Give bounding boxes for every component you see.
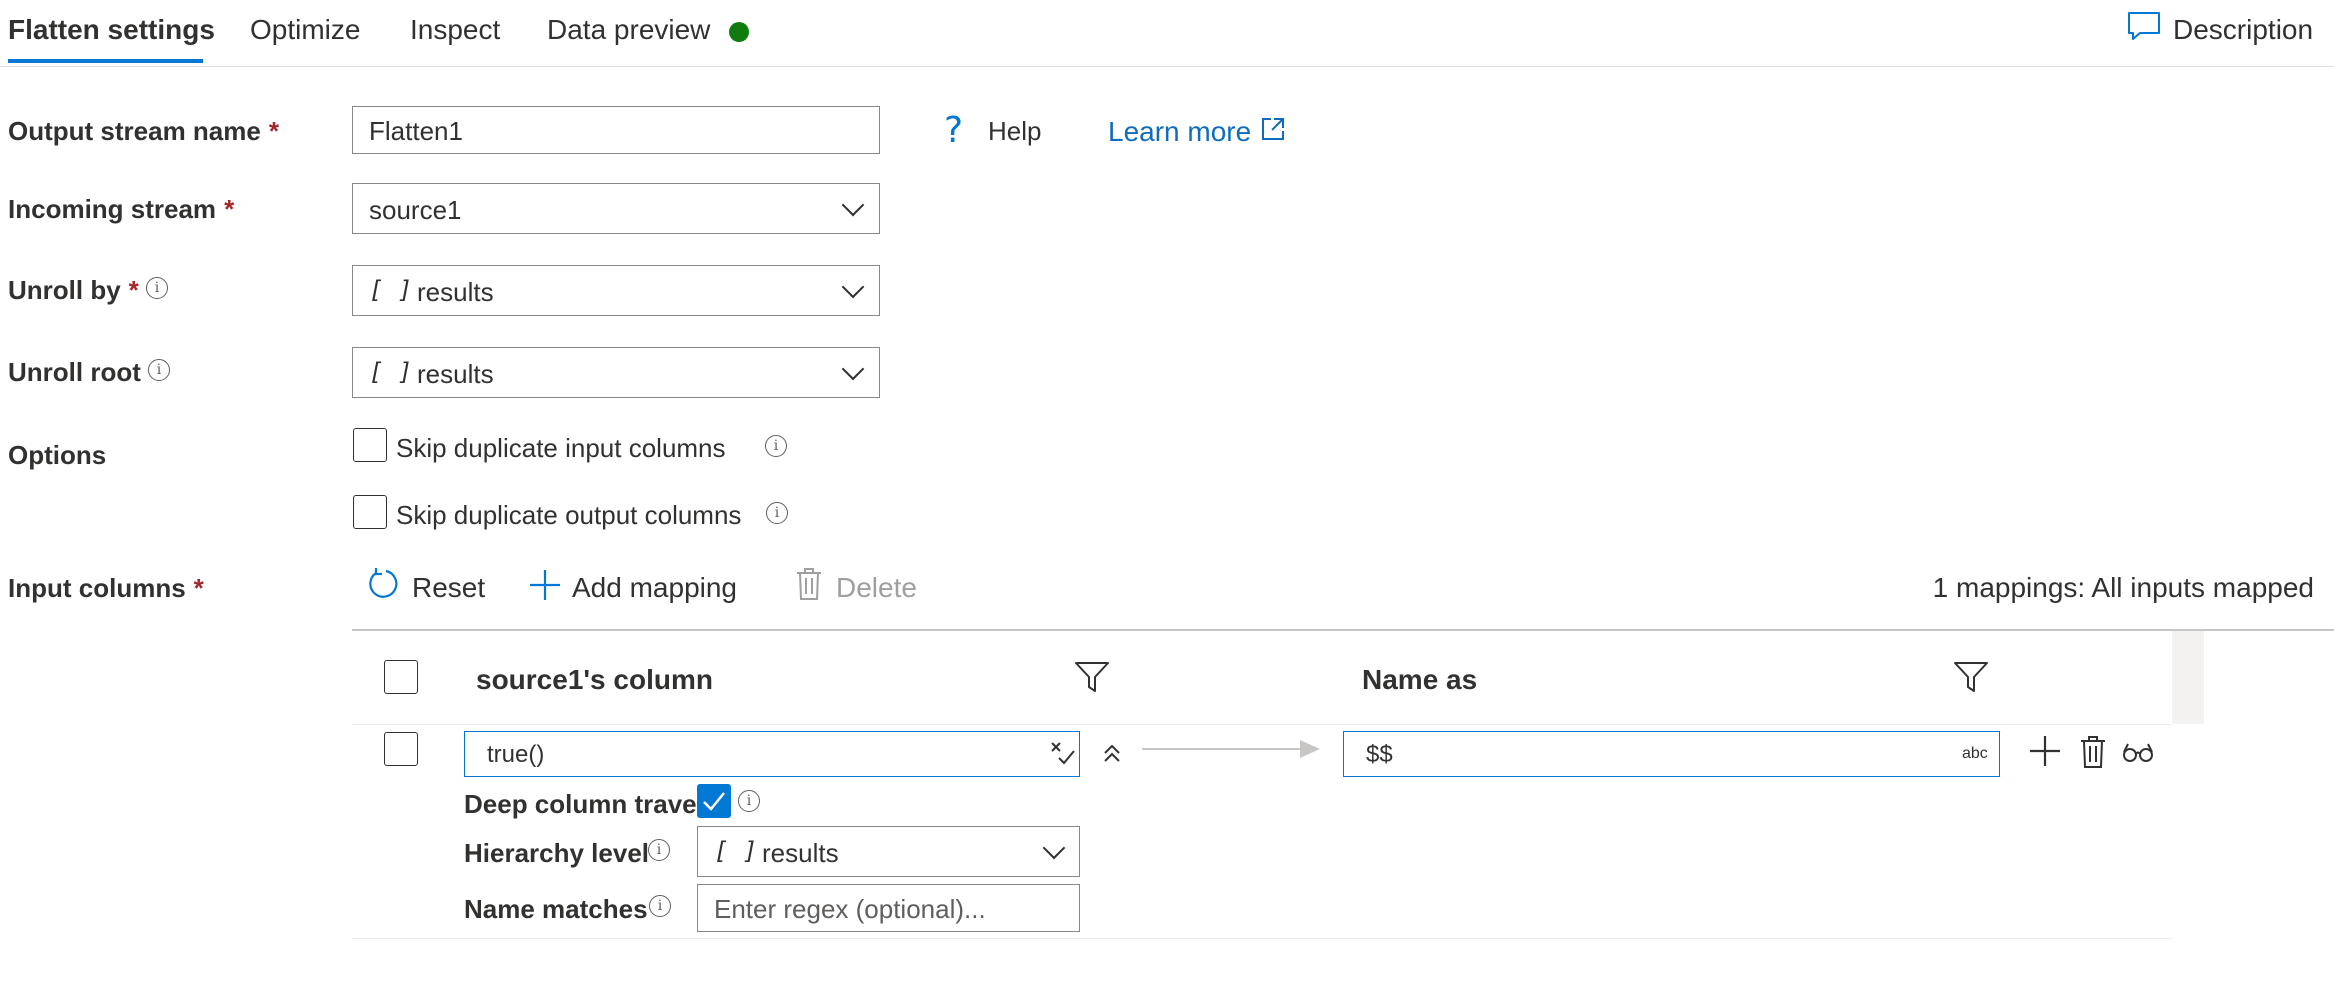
comment-icon — [2128, 12, 2160, 40]
row-divider — [352, 938, 2172, 939]
tab-optimize[interactable]: Optimize — [250, 14, 360, 46]
chevron-down-icon — [841, 357, 865, 381]
skip-duplicate-input-info-icon[interactable]: i — [765, 435, 787, 457]
source-expression-input[interactable]: true() — [464, 731, 1080, 777]
output-stream-name-input[interactable]: Flatten1 — [352, 106, 880, 154]
reset-icon[interactable] — [366, 566, 402, 602]
help-link[interactable]: Help — [988, 116, 1041, 147]
delete-row-icon[interactable] — [2078, 734, 2108, 770]
skip-duplicate-output-info-icon[interactable]: i — [766, 502, 788, 524]
checkmark-icon — [703, 792, 725, 811]
deep-column-traversal-checkbox[interactable] — [697, 784, 731, 818]
table-scrollbar-track — [2172, 631, 2204, 724]
hierarchy-level-label: Hierarchy level — [464, 838, 650, 868]
hierarchy-level-info-icon[interactable]: i — [648, 839, 670, 861]
external-link-icon[interactable] — [1260, 116, 1286, 142]
name-as-input[interactable]: $$ abc — [1343, 731, 2000, 777]
name-matches-info-icon[interactable]: i — [649, 895, 671, 917]
add-mapping-button[interactable]: Add mapping — [572, 572, 737, 604]
mapping-arrow-icon — [1142, 737, 1322, 761]
description-button[interactable] — [2126, 10, 2166, 46]
skip-duplicate-input-label: Skip duplicate input columns — [396, 433, 726, 463]
add-icon[interactable] — [528, 568, 562, 602]
learn-more-link[interactable]: Learn more — [1108, 116, 1251, 148]
source-column-header: source1's column — [476, 664, 713, 695]
delete-button: Delete — [836, 572, 917, 603]
unroll-by-info-icon[interactable]: i — [146, 277, 168, 299]
tab-data-preview[interactable]: Data preview — [547, 14, 710, 46]
chevron-down-icon — [841, 193, 865, 217]
tab-divider — [0, 66, 2334, 67]
unroll-root-info-icon[interactable]: i — [148, 359, 170, 381]
name-as-header: Name as — [1362, 664, 1478, 695]
deep-column-traversal-info-icon[interactable]: i — [738, 790, 760, 812]
description-label[interactable]: Description — [2173, 14, 2313, 46]
unroll-root-select[interactable]: [ ] results — [352, 347, 880, 398]
filter-icon[interactable] — [1074, 660, 1110, 694]
reset-button[interactable]: Reset — [412, 572, 485, 604]
options-label: Options — [8, 440, 107, 470]
skip-duplicate-output-checkbox[interactable] — [353, 495, 387, 529]
expression-validate-icon[interactable] — [1049, 740, 1077, 768]
delete-icon — [794, 566, 824, 602]
filter-icon[interactable] — [1953, 660, 1989, 694]
chevron-down-icon — [1042, 836, 1066, 860]
mapping-status: 1 mappings: All inputs mapped — [1932, 572, 2314, 603]
unroll-root-label: Unroll root — [8, 357, 141, 387]
string-type-badge: abc — [1962, 745, 1988, 762]
array-type-icon: [ ] — [369, 358, 413, 386]
active-tab-indicator — [8, 59, 203, 63]
row-checkbox[interactable] — [384, 732, 418, 766]
unroll-by-select[interactable]: [ ] results — [352, 265, 880, 316]
tab-inspect[interactable]: Inspect — [410, 14, 500, 46]
table-top-border — [352, 629, 2334, 631]
unroll-by-label: Unroll by * — [8, 275, 139, 305]
input-columns-label: Input columns * — [8, 573, 204, 603]
select-all-checkbox[interactable] — [384, 660, 418, 694]
skip-duplicate-input-checkbox[interactable] — [353, 428, 387, 462]
chevron-down-icon — [841, 275, 865, 299]
deep-column-traversal-label: Deep column traver — [464, 789, 707, 819]
output-stream-name-label: Output stream name * — [8, 116, 279, 146]
header-divider — [352, 724, 2172, 725]
array-type-icon: [ ] — [369, 276, 413, 304]
hierarchy-level-select[interactable]: [ ] results — [697, 826, 1080, 877]
incoming-stream-select[interactable]: source1 — [352, 183, 880, 234]
name-matches-label: Name matches — [464, 894, 648, 924]
add-row-icon[interactable] — [2028, 734, 2062, 768]
skip-duplicate-output-label: Skip duplicate output columns — [396, 500, 742, 530]
incoming-stream-label: Incoming stream * — [8, 194, 235, 224]
data-preview-status-dot — [729, 22, 749, 42]
name-matches-input[interactable]: Enter regex (optional)... — [697, 884, 1080, 932]
help-icon[interactable]: ? — [944, 110, 963, 151]
glasses-icon[interactable] — [2122, 740, 2154, 764]
tab-flatten-settings[interactable]: Flatten settings — [8, 14, 215, 46]
chevron-double-up-icon[interactable] — [1100, 742, 1124, 766]
array-type-icon: [ ] — [714, 837, 758, 865]
